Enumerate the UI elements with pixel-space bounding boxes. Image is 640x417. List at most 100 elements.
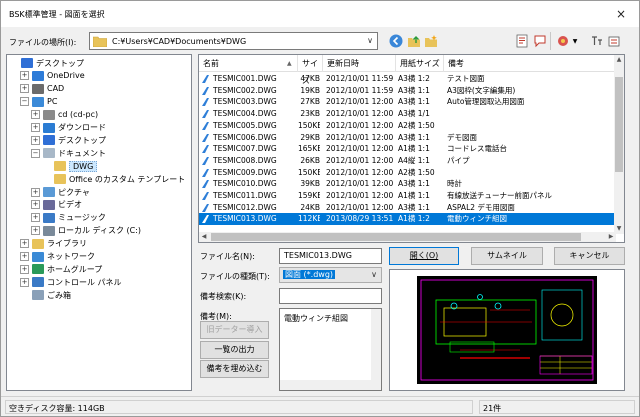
file-paper-size: A3横 1:1 (398, 132, 430, 142)
table-row[interactable]: TESMIC005.DWG 150KB 2012/10/01 12:00 A2横 1:… (199, 120, 616, 132)
expand-icon[interactable]: + (31, 123, 40, 132)
table-row[interactable]: TESMIC004.DWG 23KB 2012/10/01 12:00 A3横 1/1 (199, 108, 616, 120)
tree-item-downloads[interactable]: + ダウンロード (31, 122, 106, 134)
cancel-button[interactable]: キャンセル (554, 247, 625, 265)
column-header-size[interactable]: サイズ (298, 55, 323, 85)
embed-memo-button[interactable]: 備考を埋め込む (200, 360, 269, 378)
tree-item-pc[interactable]: − PC (20, 96, 57, 108)
tree-item-control-panel[interactable]: + コントロール パネル (20, 276, 122, 288)
expand-icon[interactable]: + (31, 213, 40, 223)
memo-search-input[interactable] (279, 288, 382, 304)
tree-item-videos[interactable]: + ビデオ (31, 199, 82, 211)
folder-icon (54, 161, 66, 172)
column-header-paper-size[interactable]: 用紙サイズ (396, 55, 444, 72)
thumbnail-button[interactable]: サムネイル (471, 247, 543, 265)
filename-input[interactable]: TESMIC013.DWG (279, 248, 382, 264)
file-size: 150KB (298, 120, 320, 130)
tree-item-homegroup[interactable]: + ホームグループ (20, 263, 102, 275)
table-row[interactable]: TESMIC002.DWG 19KB 2012/10/01 11:59 A3横 1:1… (199, 85, 616, 97)
column-header-name[interactable]: 名前 ▲ (199, 55, 298, 72)
tree-item-music[interactable]: + ミュージック (31, 212, 106, 224)
scroll-up-icon[interactable]: ▲ (614, 55, 624, 65)
collapse-icon[interactable]: − (20, 97, 29, 107)
table-row[interactable]: TESMIC007.DWG 165KB 2012/10/01 12:00 A1横 1:… (199, 143, 616, 155)
back-button[interactable] (387, 32, 405, 50)
tree-item-dwg[interactable]: DWG (42, 160, 98, 172)
text-mode-button[interactable] (588, 32, 606, 50)
scroll-right-icon[interactable]: ▶ (606, 232, 616, 242)
up-folder-button[interactable] (405, 32, 423, 50)
file-list-hscroll-thumb[interactable] (211, 233, 581, 241)
new-folder-button[interactable] (422, 32, 440, 50)
folder-tree[interactable]: デスクトップ + OneDrive + CAD − PC + cd (cd-pc) + ダウンロード… (6, 54, 192, 391)
table-row[interactable]: TESMIC008.DWG 26KB 2012/10/01 12:00 A4縦 1:1… (199, 155, 616, 167)
file-list-horizontal-scrollbar[interactable]: ◀ ▶ (199, 232, 616, 242)
expand-icon[interactable]: + (20, 239, 29, 249)
tree-item-desktop[interactable]: + デスクトップ (31, 134, 106, 146)
table-row[interactable]: TESMIC003.DWG 27KB 2012/10/01 12:00 A3横 1:1… (199, 96, 616, 108)
table-row[interactable]: TESMIC011.DWG 159KB 2012/10/01 12:00 A1横 1:… (199, 190, 616, 202)
expand-icon[interactable]: + (31, 187, 40, 197)
file-memo: Auto管理図取込用図面 (447, 97, 525, 107)
collapse-icon[interactable]: − (31, 148, 40, 158)
list-output-button[interactable]: 一覧の出力 (200, 341, 269, 359)
expand-icon[interactable]: + (20, 84, 29, 94)
file-memo: ASPAL2 デモ用図面 (447, 202, 515, 212)
import-old-data-button[interactable]: 旧データー導入 (200, 321, 269, 339)
text-icon (592, 36, 602, 45)
tree-item-label: Office のカスタム テンプレート (69, 174, 186, 184)
file-list[interactable]: 名前 ▲ サイズ 更新日時 用紙サイズ 備考 TESMIC001.DWG 47KB… (198, 54, 625, 243)
column-header-modified[interactable]: 更新日時 (323, 55, 396, 72)
tree-item-onedrive[interactable]: + OneDrive (20, 70, 85, 82)
file-name: TESMIC012.DWG (213, 202, 277, 212)
location-dropdown[interactable]: C:¥Users¥CAD¥Documents¥DWG ∨ (89, 32, 378, 50)
tree-item-local-disk[interactable]: + ローカル ディスク (C:) (31, 225, 141, 237)
expand-icon[interactable]: + (31, 200, 40, 210)
file-name: TESMIC003.DWG (213, 97, 277, 107)
table-row[interactable]: TESMIC013.DWG 112KB 2013/08/29 13:51 A1横 1:… (199, 213, 616, 225)
settings-dropdown[interactable]: ▼ (570, 32, 580, 50)
expand-icon[interactable]: + (20, 252, 29, 261)
file-list-vertical-scrollbar[interactable]: ▲ ▼ (614, 55, 624, 234)
document-button[interactable] (513, 32, 531, 50)
tree-item-office-templates[interactable]: Office のカスタム テンプレート (42, 173, 185, 185)
file-paper-size: A3横 1/1 (398, 109, 430, 119)
expand-icon[interactable]: + (20, 264, 29, 274)
tree-item-recycle-bin[interactable]: ごみ箱 (20, 289, 71, 301)
drawing-preview (389, 269, 625, 391)
tree-item-pictures[interactable]: + ピクチャ (31, 186, 90, 198)
tree-item-documents[interactable]: − ドキュメント (31, 147, 106, 159)
toolbar-separator (550, 32, 551, 50)
close-button[interactable]: × (613, 6, 629, 22)
memo-textarea[interactable]: 電動ウィンチ組図 (279, 308, 382, 391)
table-row[interactable]: TESMIC001.DWG 47KB 2012/10/01 11:59 A3横 1:2… (199, 73, 616, 85)
column-header-memo[interactable]: 備考 (444, 55, 616, 72)
table-row[interactable]: TESMIC012.DWG 24KB 2012/10/01 12:00 A3横 1:1… (199, 202, 616, 214)
table-row[interactable]: TESMIC010.DWG 39KB 2012/10/01 12:00 A3横 1:1… (199, 178, 616, 190)
view-mode-button[interactable] (605, 32, 623, 50)
status-bar: 空きディスク容量: 114GB 21件 (1, 396, 639, 416)
expand-icon[interactable]: + (20, 277, 29, 287)
filetype-select[interactable]: 図面 (*.dwg) ∨ (279, 267, 382, 283)
dwg-file-icon (202, 110, 209, 119)
open-button[interactable]: 開く(O) (389, 247, 459, 265)
memo-vertical-scrollbar[interactable] (371, 309, 381, 382)
expand-icon[interactable]: + (31, 135, 40, 145)
comment-button[interactable] (531, 32, 549, 50)
tree-item-network[interactable]: + ネットワーク (20, 251, 95, 263)
scroll-left-icon[interactable]: ◀ (199, 232, 209, 242)
new-folder-icon (425, 35, 437, 47)
table-row[interactable]: TESMIC006.DWG 29KB 2012/10/01 12:00 A3横 1:1… (199, 132, 616, 144)
tree-item-cd[interactable]: + cd (cd-pc) (31, 109, 98, 121)
expand-icon[interactable]: + (31, 110, 40, 120)
tree-item-desktop-root[interactable]: デスクトップ (9, 57, 84, 69)
expand-icon[interactable]: + (31, 226, 40, 236)
memo-horizontal-scrollbar[interactable] (280, 380, 381, 390)
file-name: TESMIC008.DWG (213, 155, 277, 165)
expand-icon[interactable]: + (20, 71, 29, 81)
tree-item-cad[interactable]: + CAD (20, 83, 64, 95)
tree-item-libraries[interactable]: + ライブラリ (20, 238, 87, 250)
table-row[interactable]: TESMIC009.DWG 150KB 2012/10/01 12:00 A2横 1:… (199, 167, 616, 179)
file-list-vscroll-thumb[interactable] (615, 77, 623, 172)
